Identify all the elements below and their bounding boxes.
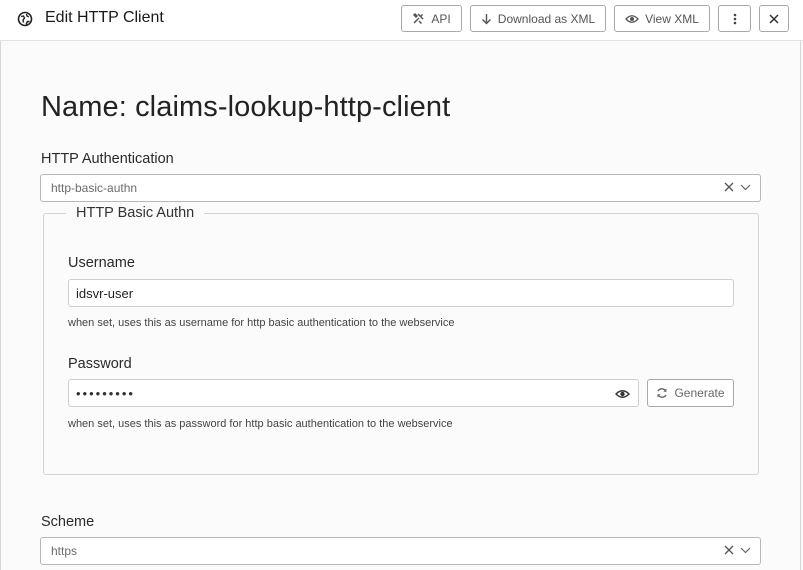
- eye-icon[interactable]: [615, 389, 630, 399]
- username-input[interactable]: idsvr-user: [68, 279, 734, 307]
- scheme-select[interactable]: https: [40, 537, 761, 565]
- scheme-label: Scheme: [41, 514, 95, 530]
- more-vertical-icon: [733, 13, 736, 24]
- download-xml-button[interactable]: Download as XML: [470, 5, 606, 32]
- dialog-header: Edit HTTP Client API Download as XML Vie…: [0, 0, 803, 41]
- http-auth-select[interactable]: http-basic-authn: [40, 174, 761, 202]
- basic-authn-group: HTTP Basic Authn: [43, 205, 759, 475]
- more-options-button[interactable]: [718, 5, 751, 32]
- password-help: when set, uses this as password for http…: [68, 418, 453, 430]
- username-value: idsvr-user: [76, 285, 134, 301]
- tools-icon: [413, 12, 424, 25]
- api-button[interactable]: API: [401, 5, 462, 32]
- chevron-down-icon[interactable]: [740, 184, 751, 191]
- eye-icon: [625, 14, 639, 23]
- dialog-title: Edit HTTP Client: [45, 9, 164, 26]
- basic-authn-legend: HTTP Basic Authn: [76, 205, 195, 221]
- close-button[interactable]: [759, 5, 789, 32]
- download-xml-label: Download as XML: [497, 11, 596, 26]
- view-xml-button[interactable]: View XML: [614, 5, 710, 32]
- username-label: Username: [68, 255, 135, 271]
- password-input[interactable]: •••••••••: [68, 379, 639, 407]
- api-button-label: API: [431, 11, 451, 26]
- clear-x-icon[interactable]: [724, 182, 734, 192]
- clear-x-icon[interactable]: [724, 545, 734, 555]
- globe-icon: [17, 11, 33, 27]
- close-icon: [769, 13, 779, 24]
- password-label: Password: [68, 356, 132, 372]
- username-help: when set, uses this as username for http…: [68, 317, 455, 329]
- http-auth-value: http-basic-authn: [51, 181, 138, 195]
- password-value: •••••••••: [76, 385, 135, 401]
- refresh-icon: [657, 388, 668, 398]
- page-title: Name: claims-lookup-http-client: [41, 91, 451, 123]
- download-arrow-icon: [481, 13, 491, 24]
- generate-label: Generate: [674, 386, 725, 400]
- http-auth-label: HTTP Authentication: [41, 151, 174, 167]
- scheme-value: https: [51, 544, 78, 558]
- generate-password-button[interactable]: Generate: [647, 379, 734, 407]
- chevron-down-icon[interactable]: [740, 547, 751, 554]
- view-xml-label: View XML: [645, 11, 699, 26]
